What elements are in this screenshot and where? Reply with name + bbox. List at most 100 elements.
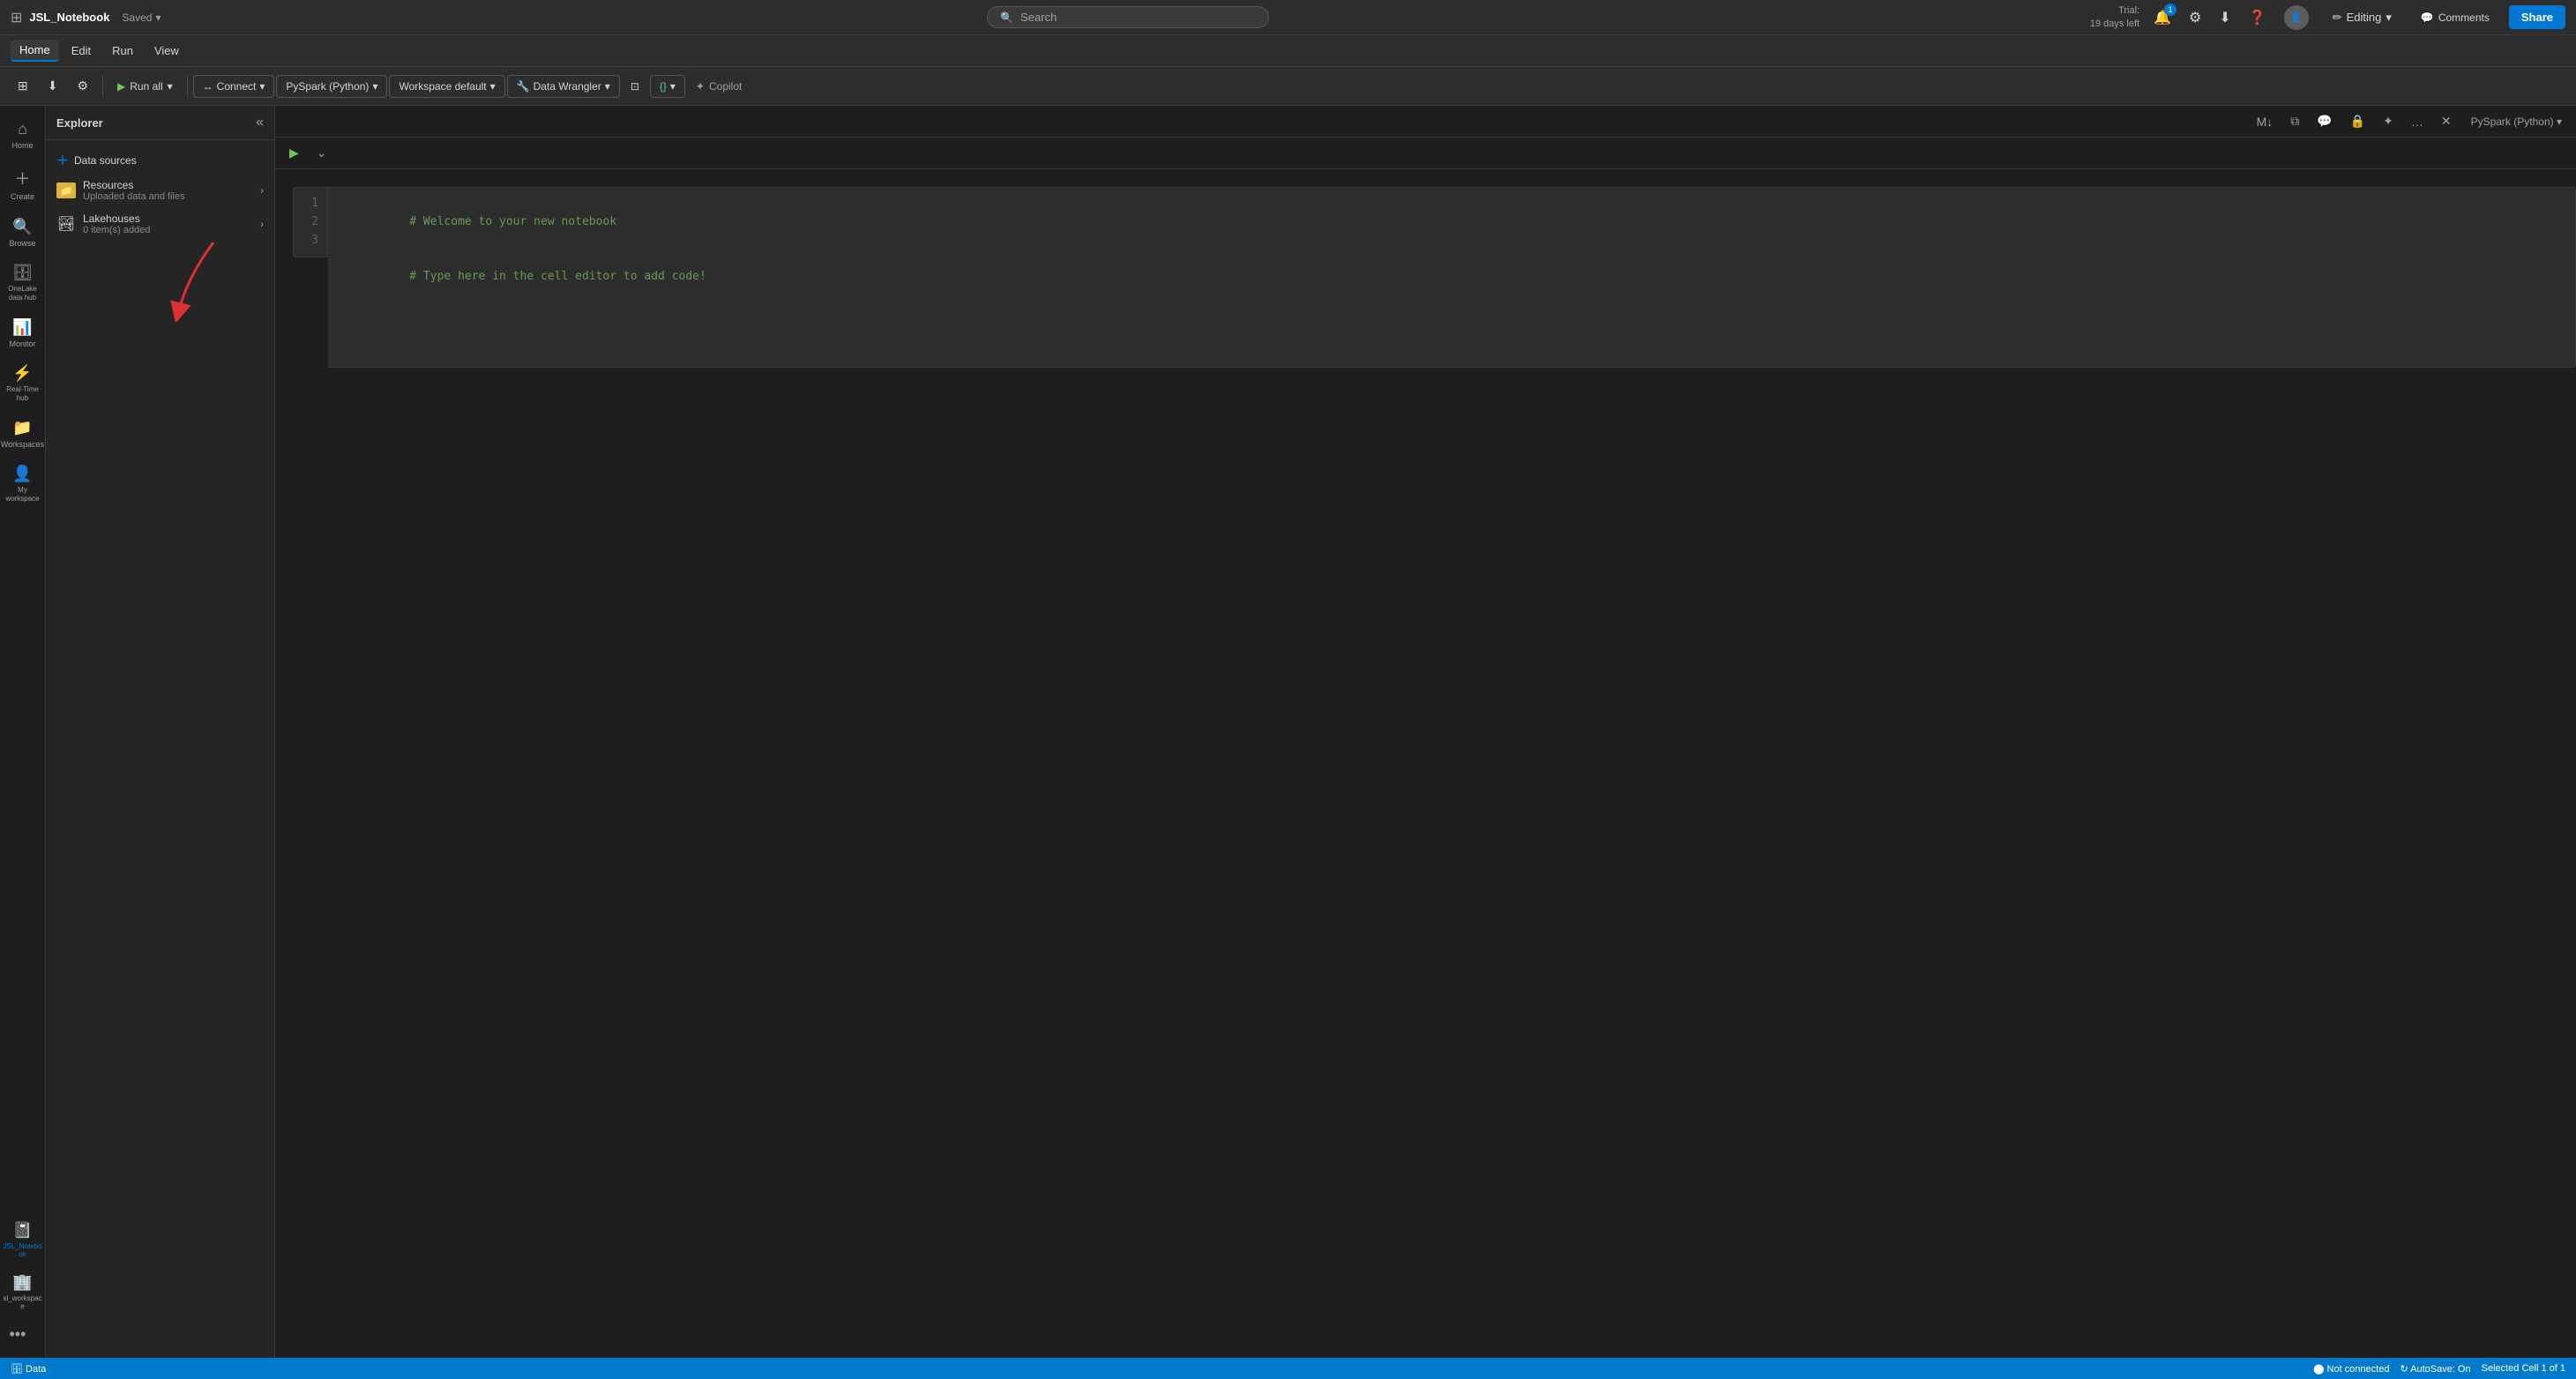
menu-item-home[interactable]: Home [11,40,59,62]
lakehouses-chevron: › [260,218,264,230]
monitor-label: Monitor [9,339,35,349]
home-label: Home [11,141,33,151]
comment-icon[interactable]: 💬 [2311,111,2337,131]
duplicate-icon[interactable]: ⧉ [2285,111,2304,131]
user-avatar[interactable]: 👤 [2281,2,2312,34]
download-button[interactable]: ⬇ [39,74,67,98]
sidebar-item-onelake[interactable]: 🗄 OneLake data hub [3,257,43,309]
download-icon[interactable]: ⬇ [2215,5,2234,30]
more-icon[interactable]: … [2406,112,2429,131]
add-data-sources-button[interactable]: ＋ Data sources [46,147,274,174]
title-bar: ⊞ JSL_Notebook Saved ▾ 🔍 Search Trial: 1… [0,0,2576,35]
explorer-collapse-button[interactable]: « [256,115,264,130]
more-options-button[interactable]: ••• [3,1318,43,1351]
settings-icon[interactable]: ⚙ [2185,5,2205,30]
lock-icon[interactable]: 🔒 [2345,111,2371,131]
vscode-dropdown[interactable]: {} ▾ [650,75,685,98]
cell-code-editor[interactable]: # Welcome to your new notebook # Type he… [328,187,2576,368]
resources-chevron: › [260,184,264,197]
realtime-icon: ⚡ [12,364,32,383]
lang-chevron: ▾ [2557,116,2562,128]
saved-label: Saved [122,11,152,24]
layout-button[interactable]: ⊡ [622,76,648,97]
workspace-dropdown[interactable]: Workspace default ▾ [389,75,504,98]
code-line-1: # Welcome to your new notebook [409,215,616,228]
share-button[interactable]: Share [2509,5,2565,29]
add-cell-icon: ⊞ [18,78,28,93]
sidebar-item-myworkspace[interactable]: 👤 My workspace [3,458,43,510]
notebook-toolbar: ▶ ⌄ [275,138,2576,169]
sidebar-item-realtime[interactable]: ⚡ Real-Time hub [3,357,43,409]
lakehouse-svg-icon: 🏞 [57,215,75,233]
browse-label: Browse [9,239,35,249]
run-all-chevron: ▾ [168,80,173,93]
explorer-panel: Explorer « ＋ Data sources 📁 Resources Up… [46,106,275,1358]
resources-title: Resources [83,179,260,191]
app-name: JSL_Notebook [29,11,109,24]
sidebar-item-create[interactable]: ＋ Create [3,160,43,209]
copilot-button[interactable]: ✦ Copilot [687,76,750,97]
create-icon: ＋ [15,167,31,190]
status-bar: 🗄 Data ⬤ Not connected ↻ AutoSave: On Se… [0,1358,2576,1379]
sidebar-item-home[interactable]: ⌂ Home [3,113,43,158]
menu-bar: Home Edit Run View [0,35,2576,67]
ml-icon[interactable]: M↓ [2251,112,2279,131]
add-cell-button[interactable]: ⊞ [9,74,37,98]
create-label: Create [11,192,34,202]
connect-label: Connect [217,80,257,93]
folder-icon: 📁 [56,183,76,198]
comments-label: Comments [2438,11,2490,24]
help-icon[interactable]: ❓ [2245,5,2270,30]
cell-line-numbers: 1 2 3 [293,187,328,257]
code-cell: 1 2 3 # Welcome to your new notebook # T… [293,187,2576,368]
run-cell-button[interactable]: ▶ [284,143,304,163]
pyspark-dropdown[interactable]: PySpark (Python) ▾ [276,75,387,98]
run-all-button[interactable]: ▶ Run all ▾ [108,76,182,97]
search-bar[interactable]: 🔍 Search [987,6,1269,28]
comments-icon: 💬 [2421,11,2434,24]
close-cell-icon[interactable]: ✕ [2436,111,2457,131]
sidebar-item-notebook[interactable]: 📓 JSL_Notebo ok [3,1214,43,1266]
onelake-label: OneLake data hub [6,285,40,302]
connect-chevron: ▾ [259,80,265,93]
myworkspace-label: My workspace [5,486,39,503]
sidebar-item-workspace-file[interactable]: 🏢 sl_workspac e [3,1266,43,1318]
workspace-chevron: ▾ [490,80,496,93]
lang-selector[interactable]: PySpark (Python) ▾ [2471,116,2562,128]
data-icon[interactable]: 🗄 Data [11,1363,46,1375]
menu-item-view[interactable]: View [146,41,188,61]
sidebar-item-monitor[interactable]: 📊 Monitor [3,311,43,356]
selected-cell-status: Selected Cell 1 of 1 [2482,1363,2565,1374]
saved-dropdown[interactable]: Saved ▾ [116,10,166,26]
workspaces-label: Workspaces [1,440,44,450]
comments-button[interactable]: 💬 Comments [2412,7,2498,28]
title-bar-left: ⊞ JSL_Notebook Saved ▾ [11,9,166,26]
lakehouses-section[interactable]: 🏞 Lakehouses 0 item(s) added › [46,207,274,241]
cell-chevron-button[interactable]: ⌄ [311,143,332,163]
search-input[interactable]: Search [1020,11,1057,24]
lakehouse-icon: 🏞 [56,215,76,233]
copilot-label: Copilot [709,80,742,93]
editing-icon: ✏ [2333,11,2342,25]
connect-dropdown[interactable]: ↔ Connect ▾ [193,75,275,98]
resources-section[interactable]: 📁 Resources Uploaded data and files › [46,174,274,207]
pyspark-chevron: ▾ [372,80,377,93]
sidebar-item-browse[interactable]: 🔍 Browse [3,211,43,256]
workspaces-icon: 📁 [12,419,32,437]
split-icon[interactable]: ✦ [2378,111,2399,131]
settings-button[interactable]: ⚙ [68,74,97,98]
data-wrangler-dropdown[interactable]: 🔧 Data Wrangler ▾ [507,75,620,98]
notification-bell[interactable]: 🔔 1 [2150,5,2175,30]
menu-item-run[interactable]: Run [103,41,142,61]
toolbar-sep-1 [102,76,103,97]
editing-button[interactable]: ✏ Editing ▾ [2323,5,2401,30]
lakehouses-title: Lakehouses [83,212,260,225]
onelake-icon: 🗄 [12,264,33,282]
pyspark-label: PySpark (Python) [286,80,369,93]
sidebar-item-workspaces[interactable]: 📁 Workspaces [3,412,43,457]
data-wrangler-chevron: ▾ [605,80,610,93]
main-layout: ⌂ Home ＋ Create 🔍 Browse 🗄 OneLake data … [0,106,2576,1358]
app-grid-icon[interactable]: ⊞ [11,9,22,26]
notebook-icon: 📓 [12,1221,32,1240]
menu-item-edit[interactable]: Edit [63,41,100,61]
